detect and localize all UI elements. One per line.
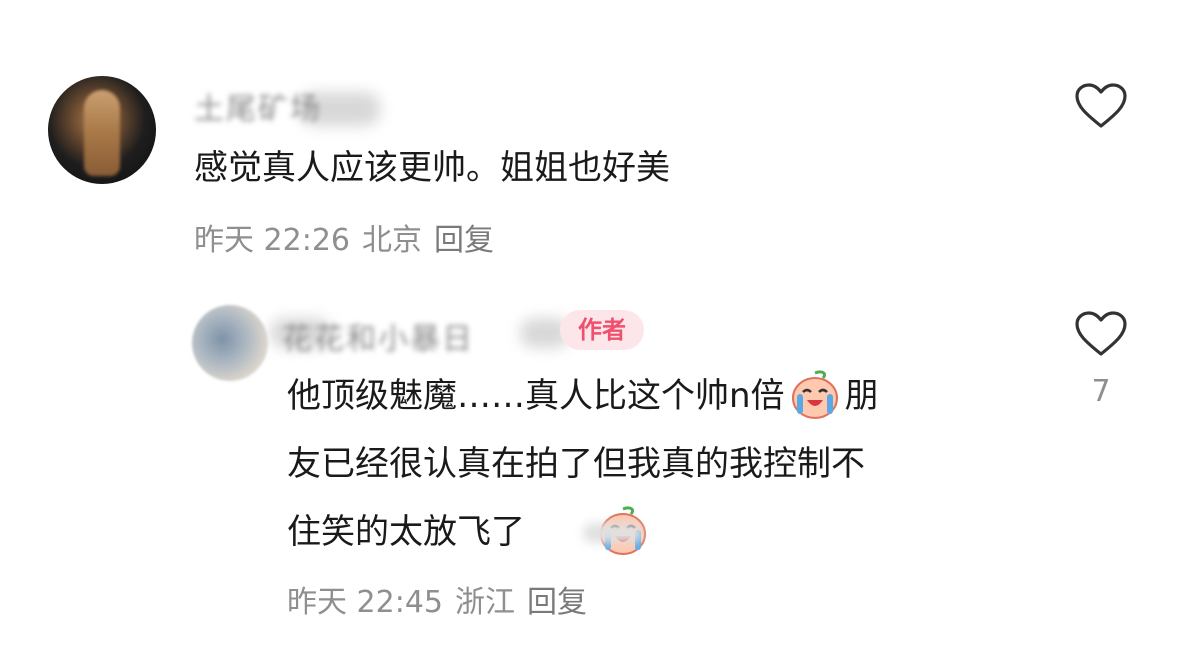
like-count: 7: [1091, 374, 1111, 409]
comment-location: 浙江: [455, 585, 515, 620]
comment-time: 昨天 22:45: [287, 585, 443, 620]
comment-meta: 昨天 22:26 北京 回复: [194, 215, 506, 259]
heart-icon[interactable]: [1074, 310, 1128, 358]
comment-text: 感觉真人应该更帅。姐姐也好美: [194, 148, 670, 188]
avatar[interactable]: [192, 305, 268, 381]
avatar[interactable]: [48, 76, 156, 184]
comment-text-segment: 他顶级魅魔……真人比这个帅n倍: [287, 376, 785, 416]
comment-time: 昨天 22:26: [194, 223, 350, 258]
comment-text-segment: 朋: [844, 376, 879, 416]
author-badge: 作者: [560, 310, 644, 350]
username[interactable]: 花花和小暴日: [282, 314, 474, 358]
avatar-figure: [84, 90, 120, 176]
comment-text-segment: 住笑的太放飞了: [287, 512, 525, 552]
comment-location: 北京: [362, 223, 422, 258]
crying-laughing-peach-icon: [787, 366, 843, 422]
comment-text-line: 友已经很认真在拍了但我真的我控制不: [287, 444, 865, 484]
blur-overlay: [583, 523, 643, 543]
reply-button[interactable]: 回复: [434, 223, 494, 258]
comment-text-line: 他顶级魅魔……真人比这个帅n倍 朋: [287, 362, 879, 430]
reply-button[interactable]: 回复: [527, 585, 587, 620]
username[interactable]: 土尾矿场: [194, 84, 322, 128]
heart-icon[interactable]: [1074, 82, 1128, 130]
comment-meta: 昨天 22:45 浙江 回复: [287, 577, 599, 621]
